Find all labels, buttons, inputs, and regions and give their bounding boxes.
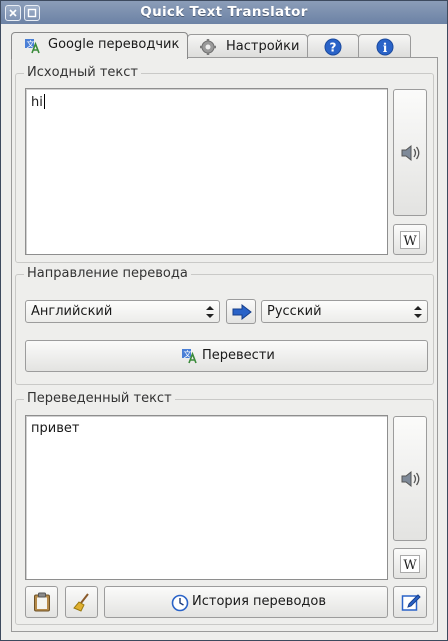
target-language-select[interactable]: Русский: [261, 300, 428, 323]
tab-label: Настройки: [226, 39, 300, 54]
target-language-value: Русский: [267, 304, 322, 319]
clear-button[interactable]: [65, 586, 98, 618]
source-group-title: Исходный текст: [24, 65, 141, 80]
swap-direction-button[interactable]: [226, 299, 256, 324]
app-window: Quick Text Translator 文 Google переводчи…: [0, 0, 448, 641]
direction-group: Направление перевода Английский Русский …: [15, 266, 434, 385]
tab-about[interactable]: i: [358, 34, 411, 58]
copy-to-clipboard-button[interactable]: [25, 586, 58, 618]
window-title: Quick Text Translator: [140, 4, 308, 20]
wikipedia-icon: W: [400, 555, 420, 573]
wikipedia-result-button[interactable]: W: [393, 548, 427, 579]
source-language-value: Английский: [31, 304, 113, 319]
gear-icon: [200, 39, 216, 55]
history-button-label: История переводов: [192, 594, 327, 609]
svg-text:i: i: [383, 41, 388, 55]
translate-button[interactable]: 文 Перевести: [25, 340, 428, 372]
direction-group-title: Направление перевода: [24, 266, 191, 281]
speak-source-button[interactable]: [393, 89, 427, 216]
translate-icon: 文: [25, 39, 40, 54]
source-group: Исходный текст hi W: [15, 65, 434, 263]
source-language-select[interactable]: Английский: [25, 300, 220, 323]
speak-result-button[interactable]: [393, 416, 427, 541]
svg-text:W: W: [403, 234, 417, 249]
result-group-title: Переведенный текст: [24, 391, 175, 406]
result-text: привет: [31, 421, 80, 436]
help-icon: ?: [324, 38, 342, 56]
edit-icon: [401, 594, 421, 611]
translate-icon: 文: [182, 349, 197, 364]
tab-settings[interactable]: Настройки: [187, 34, 308, 58]
speaker-icon: [401, 144, 420, 162]
tab-bar: 文 Google переводчик Настройки ? i: [11, 32, 411, 59]
updown-arrows-icon: [414, 306, 422, 318]
svg-text:?: ?: [330, 41, 337, 55]
wikipedia-source-button[interactable]: W: [393, 224, 427, 255]
result-text-area[interactable]: привет: [25, 415, 388, 580]
info-icon: i: [376, 38, 394, 56]
title-bar: Quick Text Translator: [1, 1, 447, 24]
source-text-input[interactable]: hi: [25, 88, 388, 255]
translate-button-label: Перевести: [202, 348, 275, 363]
svg-text:W: W: [403, 558, 417, 573]
history-button[interactable]: История переводов: [104, 586, 388, 618]
tab-google-translator[interactable]: 文 Google переводчик: [11, 32, 188, 59]
result-group: Переведенный текст привет W История пере…: [15, 391, 434, 625]
source-text: hi: [31, 94, 45, 110]
updown-arrows-icon: [206, 306, 214, 318]
speaker-icon: [401, 470, 420, 488]
edit-button[interactable]: [393, 586, 427, 618]
tab-help[interactable]: ?: [307, 34, 359, 58]
tab-label: Google переводчик: [48, 37, 180, 52]
broom-icon: [73, 593, 89, 612]
clock-icon: [171, 594, 189, 612]
tab-panel: Исходный текст hi W Направление перевода: [11, 57, 438, 632]
arrow-right-icon: [232, 304, 252, 320]
wikipedia-icon: W: [400, 231, 420, 249]
clipboard-icon: [34, 592, 50, 612]
